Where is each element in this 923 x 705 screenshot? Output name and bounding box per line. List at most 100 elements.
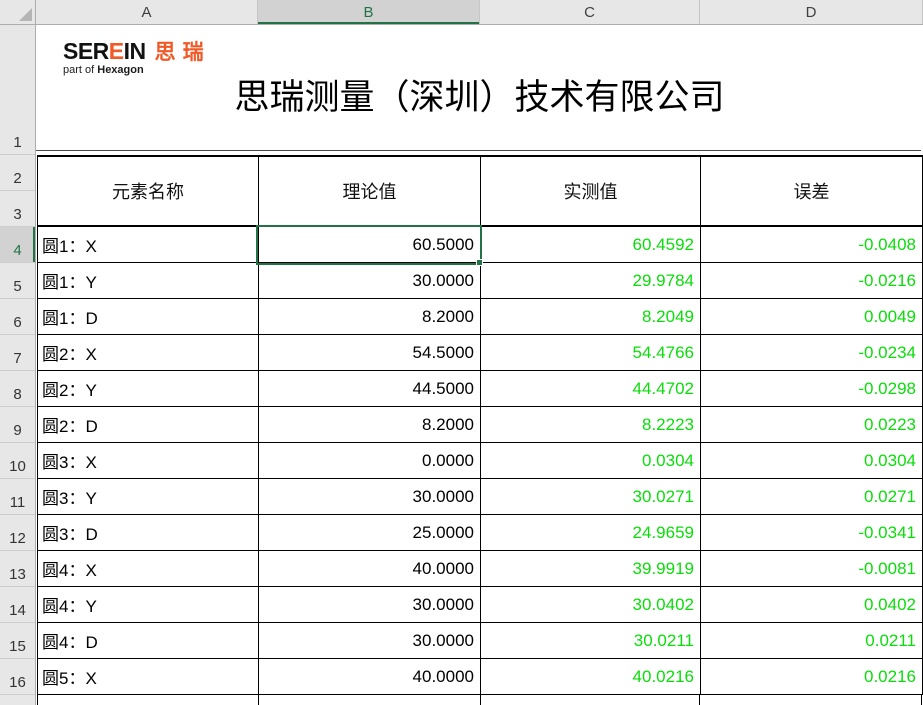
- table-row: 圆4：Y30.000030.04020.0402: [38, 587, 923, 623]
- cell-B4[interactable]: 60.5000: [259, 227, 481, 263]
- table-header-error[interactable]: 误差: [701, 157, 923, 227]
- row-header-5[interactable]: 5: [0, 263, 35, 299]
- cell-A10[interactable]: 圆3：X: [38, 443, 259, 479]
- select-all-button[interactable]: [0, 0, 36, 24]
- cell-C5[interactable]: 29.9784: [481, 263, 701, 299]
- title-separator-line: [36, 150, 921, 151]
- table-row: 圆3：X0.00000.03040.0304: [38, 443, 923, 479]
- table-row: 圆1：D8.20008.20490.0049: [38, 299, 923, 335]
- cell-B8[interactable]: 44.5000: [259, 371, 481, 407]
- row-header-12[interactable]: 12: [0, 515, 35, 551]
- row-header-13[interactable]: 13: [0, 551, 35, 587]
- table-row: 圆1：Y30.000029.9784-0.0216: [38, 263, 923, 299]
- cell-D10[interactable]: 0.0304: [701, 443, 923, 479]
- cell-B10[interactable]: 0.0000: [259, 443, 481, 479]
- row-header-4[interactable]: 4: [0, 227, 35, 263]
- cell-D15[interactable]: 0.0211: [701, 623, 923, 659]
- column-header-A[interactable]: A: [36, 0, 258, 24]
- cell-A15[interactable]: 圆4：D: [38, 623, 259, 659]
- cell-A8[interactable]: 圆2：Y: [38, 371, 259, 407]
- row-header-9[interactable]: 9: [0, 407, 35, 443]
- cell-B5[interactable]: 30.0000: [259, 263, 481, 299]
- cell-A14[interactable]: 圆4：Y: [38, 587, 259, 623]
- row-header-11[interactable]: 11: [0, 479, 35, 515]
- cell-C4[interactable]: 60.4592: [481, 227, 701, 263]
- cell-A7[interactable]: 圆2：X: [38, 335, 259, 371]
- cell-D16[interactable]: 0.0216: [701, 659, 923, 695]
- cell-C14[interactable]: 30.0402: [481, 587, 701, 623]
- cell-C13[interactable]: 39.9919: [481, 551, 701, 587]
- report-title: 思瑞测量（深圳）技术有限公司: [36, 69, 923, 120]
- cell-A6[interactable]: 圆1：D: [38, 299, 259, 335]
- cell-A4[interactable]: 圆1：X: [38, 227, 259, 263]
- cell-B6[interactable]: 8.2000: [259, 299, 481, 335]
- row-header-1[interactable]: 1: [0, 25, 35, 155]
- row-header-6[interactable]: 6: [0, 299, 35, 335]
- cell-A11[interactable]: 圆3：Y: [38, 479, 259, 515]
- cell-A16[interactable]: 圆5：X: [38, 659, 259, 695]
- row-header-16[interactable]: 16: [0, 659, 35, 695]
- table-header-element-name[interactable]: 元素名称: [38, 157, 259, 227]
- cell-D13[interactable]: -0.0081: [701, 551, 923, 587]
- cell-B14[interactable]: 30.0000: [259, 587, 481, 623]
- table-row: 圆1：X60.500060.4592-0.0408: [38, 227, 923, 263]
- cell-B13[interactable]: 40.0000: [259, 551, 481, 587]
- cell-B9[interactable]: 8.2000: [259, 407, 481, 443]
- partial-cell-border: [259, 695, 481, 705]
- sheet-content: SEREIN思瑞 part of Hexagon 思瑞测量（深圳）技术有限公司 …: [36, 25, 923, 705]
- cell-A12[interactable]: 圆3：D: [38, 515, 259, 551]
- logo-text-black2: IN: [124, 38, 146, 64]
- cell-A9[interactable]: 圆2：D: [38, 407, 259, 443]
- cell-D6[interactable]: 0.0049: [701, 299, 923, 335]
- cell-C16[interactable]: 40.0216: [481, 659, 701, 695]
- title-row: SEREIN思瑞 part of Hexagon 思瑞测量（深圳）技术有限公司: [36, 25, 923, 155]
- cell-B7[interactable]: 54.5000: [259, 335, 481, 371]
- fill-handle[interactable]: [476, 259, 483, 266]
- cell-D4[interactable]: -0.0408: [701, 227, 923, 263]
- cell-C15[interactable]: 30.0211: [481, 623, 701, 659]
- cell-B16[interactable]: 40.0000: [259, 659, 481, 695]
- logo-text-accent: E: [109, 38, 124, 64]
- spreadsheet-window: ABCD 12345678910111213141516 SEREIN思瑞 pa…: [0, 0, 923, 705]
- table-row: 圆2：X54.500054.4766-0.0234: [38, 335, 923, 371]
- cell-C12[interactable]: 24.9659: [481, 515, 701, 551]
- row-header-15[interactable]: 15: [0, 623, 35, 659]
- select-all-triangle-icon: [19, 8, 32, 21]
- table-header-measured[interactable]: 实测值: [481, 157, 701, 227]
- row-header-3[interactable]: 3: [0, 191, 35, 227]
- cell-A5[interactable]: 圆1：Y: [38, 263, 259, 299]
- row-header-7[interactable]: 7: [0, 335, 35, 371]
- cell-C8[interactable]: 44.4702: [481, 371, 701, 407]
- cell-D8[interactable]: -0.0298: [701, 371, 923, 407]
- column-header-C[interactable]: C: [480, 0, 700, 24]
- partial-cell-border: [700, 695, 922, 705]
- table-row: 圆4：X40.000039.9919-0.0081: [38, 551, 923, 587]
- cell-D11[interactable]: 0.0271: [701, 479, 923, 515]
- partial-cell-border: [38, 695, 259, 705]
- table-row: 圆3：D25.000024.9659-0.0341: [38, 515, 923, 551]
- cell-D7[interactable]: -0.0234: [701, 335, 923, 371]
- cell-D14[interactable]: 0.0402: [701, 587, 923, 623]
- cell-B11[interactable]: 30.0000: [259, 479, 481, 515]
- cell-B15[interactable]: 30.0000: [259, 623, 481, 659]
- cell-C9[interactable]: 8.2223: [481, 407, 701, 443]
- table-row: 圆5：X40.000040.02160.0216: [38, 659, 923, 695]
- cell-A13[interactable]: 圆4：X: [38, 551, 259, 587]
- cell-C11[interactable]: 30.0271: [481, 479, 701, 515]
- row-header-8[interactable]: 8: [0, 371, 35, 407]
- column-header-B[interactable]: B: [258, 0, 480, 24]
- cell-C10[interactable]: 0.0304: [481, 443, 701, 479]
- cell-D9[interactable]: 0.0223: [701, 407, 923, 443]
- cell-D12[interactable]: -0.0341: [701, 515, 923, 551]
- cell-B12[interactable]: 25.0000: [259, 515, 481, 551]
- partial-cell-border: [481, 695, 701, 705]
- table-header-theoretical[interactable]: 理论值: [259, 157, 481, 227]
- row-header-10[interactable]: 10: [0, 443, 35, 479]
- column-header-row: ABCD: [0, 0, 923, 25]
- cell-D5[interactable]: -0.0216: [701, 263, 923, 299]
- row-header-14[interactable]: 14: [0, 587, 35, 623]
- row-header-2[interactable]: 2: [0, 155, 35, 191]
- column-header-D[interactable]: D: [700, 0, 923, 24]
- cell-C7[interactable]: 54.4766: [481, 335, 701, 371]
- cell-C6[interactable]: 8.2049: [481, 299, 701, 335]
